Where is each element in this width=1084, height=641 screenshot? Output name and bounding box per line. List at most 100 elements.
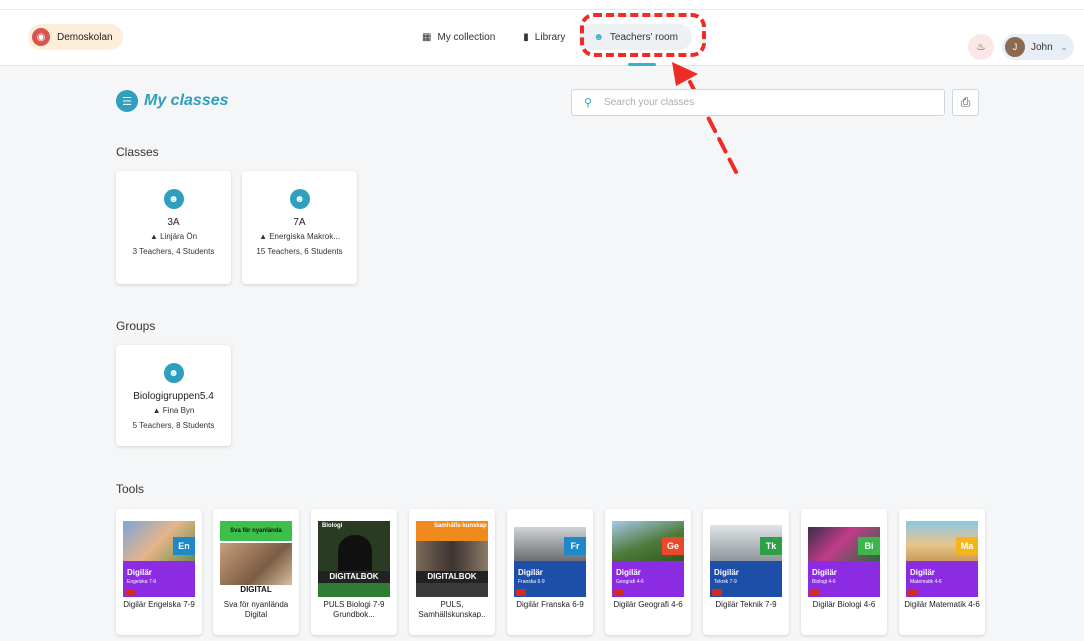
tool-name: Digilär Engelska 7-9 [123, 600, 195, 609]
tool-card[interactable]: Samhälls-kunskap DIGITALBOK PULS, Samhäl… [409, 509, 495, 635]
avatar: J [1005, 37, 1025, 57]
tool-cover: Bi Digilär Biologi 4-6 [808, 521, 880, 597]
tool-cover: Biologi DIGITALBOK [318, 521, 390, 597]
class-card[interactable]: ☻ 7A ▲ Energiska Makrok... 15 Teachers, … [242, 171, 357, 284]
tool-name: Digilär Matematik 4-6 [904, 600, 980, 609]
cover-subtitle: Matematik 4-6 [910, 579, 942, 585]
tool-name: Digilär Biologi 4-6 [812, 600, 876, 609]
search-input[interactable] [604, 97, 925, 108]
class-location: ▲ Energiska Makrok... [242, 232, 357, 241]
school-name: Demoskolan [57, 31, 113, 43]
publisher-logo [125, 589, 135, 596]
page-title-text: My classes [144, 92, 229, 109]
publisher-logo [614, 589, 624, 596]
users-icon: ☻ [289, 189, 310, 209]
section-heading-tools: Tools [116, 482, 145, 496]
top-border [0, 0, 1084, 10]
class-members: 15 Teachers, 6 Students [256, 247, 343, 256]
tool-cover: En Digilär Engelska 7-9 [123, 521, 195, 597]
section-heading-groups: Groups [116, 319, 156, 333]
tool-name: Digilär Teknik 7-9 [715, 600, 777, 609]
group-members: 5 Teachers, 8 Students [132, 421, 215, 430]
subject-badge: Tk [760, 537, 782, 555]
page-title: ☰ My classes [116, 90, 229, 112]
brand-text: Digilär [616, 568, 641, 577]
class-location-text: Energiska Makrok... [269, 232, 340, 241]
tool-card[interactable]: Bi Digilär Biologi 4-6 Digilär Biologi 4… [801, 509, 887, 635]
subject-badge: Bi [858, 537, 880, 555]
nav-label: Library [534, 31, 566, 43]
nav-library[interactable]: ▮ Library [509, 24, 579, 50]
search-icon: ⚲ [584, 97, 593, 109]
brand-text: Digilär [812, 568, 837, 577]
tool-card[interactable]: Ma Digilär Matematik 4-6 Digilär Matemat… [899, 509, 985, 635]
subject-badge: En [173, 537, 195, 555]
cover-label: DIGITAL [240, 585, 272, 594]
tool-name: Digilär Franska 6-9 [516, 600, 584, 609]
cover-subtitle: Engelska 7-9 [127, 579, 157, 585]
class-location-text: Linjära Ön [160, 232, 198, 241]
print-button[interactable]: ⎙ [952, 89, 979, 116]
school-switcher[interactable]: ◉ Demoskolan [28, 24, 123, 50]
tool-card[interactable]: En Digilär Engelska 7-9 Digilär Engelska… [116, 509, 202, 635]
class-name: 3A [167, 217, 180, 228]
publisher-logo [712, 589, 722, 596]
tool-card[interactable]: Fr Digilär Franska 6-9 Digilär Franska 6… [507, 509, 593, 635]
cover-label: DIGITALBOK [318, 571, 390, 583]
school-icon: ▲ [149, 232, 161, 241]
brand-text: Digilär [714, 568, 739, 577]
printer-icon: ⎙ [960, 95, 971, 109]
chevron-down-icon: ⌄ [1060, 42, 1068, 52]
tool-cover: Ma Digilär Matematik 4-6 [906, 521, 978, 597]
group-card[interactable]: ☻ Biologigruppen5.4 ▲ Fina Byn 5 Teacher… [116, 345, 231, 446]
tool-cover: Fr Digilär Franska 6-9 [514, 521, 586, 597]
brand-text: Digilär [127, 568, 152, 577]
nav-label: My collection [437, 31, 496, 43]
cover-subtitle: Teknik 7-9 [714, 579, 737, 585]
subject-badge: Fr [564, 537, 586, 555]
tool-cover: Samhälls-kunskap DIGITALBOK [416, 521, 488, 597]
active-nav-indicator [628, 63, 656, 66]
users-icon: ☻ [163, 363, 184, 383]
section-heading-classes: Classes [116, 145, 159, 159]
tool-cover: Sva för nyanlända DIGITAL [220, 521, 292, 597]
group-name: Biologigruppen5.4 [133, 391, 214, 402]
tool-name: Sva för nyanlända Digital [223, 600, 289, 619]
subject-badge: Ge [662, 537, 684, 555]
tool-name: Digilär Geografi 4-6 [613, 600, 683, 609]
tool-card[interactable]: Biologi DIGITALBOK PULS Biologi 7-9 Grun… [311, 509, 397, 635]
publisher-logo [516, 589, 526, 596]
class-card[interactable]: ☻ 3A ▲ Linjära Ön 3 Teachers, 4 Students [116, 171, 231, 284]
cover-title: Sva för nyanlända [220, 521, 292, 541]
tool-card[interactable]: Ge Digilär Geografi 4-6 Digilär Geografi… [605, 509, 691, 635]
tool-name: PULS, Samhällskunskap.. [418, 600, 486, 619]
user-menu[interactable]: J John ⌄ [1002, 34, 1074, 60]
brand-text: Digilär [518, 568, 543, 577]
tool-name: PULS Biologi 7-9 Grundbok... [323, 600, 385, 619]
cover-title: Biologi [322, 523, 343, 529]
tool-cover: Tk Digilär Teknik 7-9 [710, 521, 782, 597]
group-location-text: Fina Byn [162, 406, 195, 415]
subject-badge: Ma [956, 537, 978, 555]
tool-card[interactable]: Sva för nyanlända DIGITAL Sva för nyanlä… [213, 509, 299, 635]
list-icon: ☰ [116, 90, 138, 112]
book-icon: ▮ [523, 31, 529, 43]
user-name: John [1031, 41, 1053, 53]
group-location: ▲ Fina Byn [116, 406, 231, 415]
top-header: ◉ Demoskolan ▦ My collection ▮ Library ☻… [0, 10, 1084, 66]
cover-subtitle: Franska 6-9 [518, 579, 545, 585]
school-icon: ▲ [259, 232, 270, 241]
notifications-bell-icon[interactable]: ♨ [968, 34, 994, 60]
cover-title: Samhälls-kunskap [416, 521, 488, 541]
search-box[interactable]: ⚲ [571, 89, 945, 116]
tool-cover: Ge Digilär Geografi 4-6 [612, 521, 684, 597]
tool-card[interactable]: Tk Digilär Teknik 7-9 Digilär Teknik 7-9 [703, 509, 789, 635]
class-name: 7A [293, 217, 306, 228]
grid-icon: ▦ [422, 31, 432, 43]
cover-subtitle: Geografi 4-6 [616, 579, 644, 585]
class-members: 3 Teachers, 4 Students [132, 247, 215, 256]
nav-my-collection[interactable]: ▦ My collection [408, 24, 509, 50]
cover-subtitle: Biologi 4-6 [812, 579, 836, 585]
school-icon: ▲ [152, 406, 163, 415]
publisher-logo [810, 589, 820, 596]
